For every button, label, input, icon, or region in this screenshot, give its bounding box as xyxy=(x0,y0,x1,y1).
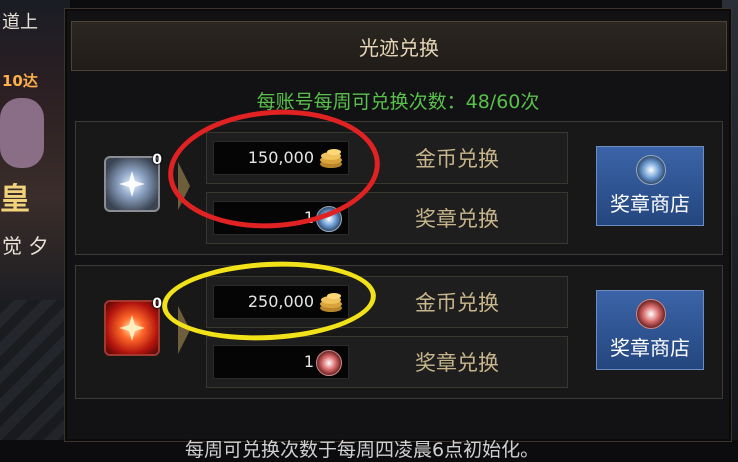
panel-title: 光迹兑换 xyxy=(359,35,439,60)
medal-exchange-label: 奖章兑换 xyxy=(415,207,499,231)
price-box: 150,000 xyxy=(213,141,349,175)
reset-note: 每周可兑换次数于每周四凌晨6点初始化。 xyxy=(185,439,540,461)
burst-icon xyxy=(119,315,145,341)
exchange-row: 0 150,000 金币兑换 1 奖章兑换 奖章商店 xyxy=(75,121,723,255)
medal-shop-label: 奖章商店 xyxy=(610,192,690,216)
price-box: 250,000 xyxy=(213,285,349,319)
price-box: 1 xyxy=(213,201,349,235)
gold-exchange-button[interactable]: 250,000 金币兑换 xyxy=(206,276,568,328)
gold-coin-icon xyxy=(320,149,342,168)
gold-price: 250,000 xyxy=(247,292,314,311)
gold-exchange-button[interactable]: 150,000 金币兑换 xyxy=(206,132,568,184)
medal-shop-button[interactable]: 奖章商店 xyxy=(596,146,704,226)
medal-exchange-button[interactable]: 1 奖章兑换 xyxy=(206,192,568,244)
arrow-icon xyxy=(178,306,190,354)
background-text: 10达 xyxy=(2,72,38,90)
blue-medal-icon xyxy=(636,155,666,185)
exchange-row: 0 250,000 金币兑换 1 奖章兑换 奖章商店 xyxy=(75,265,723,399)
medal-exchange-button[interactable]: 1 奖章兑换 xyxy=(206,336,568,388)
gold-coin-icon xyxy=(320,293,342,312)
medal-price: 1 xyxy=(303,352,314,371)
silver-light-orb-icon[interactable]: 0 xyxy=(104,152,162,212)
arrow-icon xyxy=(178,162,190,210)
weekly-limit-text: 每账号每周可兑换次数：48/60次 xyxy=(256,91,540,113)
medal-shop-label: 奖章商店 xyxy=(610,336,690,360)
blue-medal-icon xyxy=(316,206,342,232)
burst-icon xyxy=(119,171,145,197)
price-box: 1 xyxy=(213,345,349,379)
medal-price: 1 xyxy=(303,208,314,227)
background-character xyxy=(0,98,44,168)
background-game-scene: 道上 10达 皇 觉 夕 xyxy=(0,0,70,440)
panel-title-bar: 光迹兑换 xyxy=(71,21,727,71)
red-medal-icon xyxy=(316,350,342,376)
red-flame-orb-icon[interactable]: 0 xyxy=(104,296,162,356)
background-text: 道上 xyxy=(2,12,38,33)
background-text: 觉 夕 xyxy=(2,234,49,258)
gold-price: 150,000 xyxy=(247,148,314,167)
background-text: 皇 xyxy=(0,182,30,217)
gold-exchange-label: 金币兑换 xyxy=(415,147,499,171)
light-exchange-panel: 光迹兑换 每账号每周可兑换次数：48/60次 0 150,000 金币兑换 1 … xyxy=(64,8,732,461)
medal-shop-button[interactable]: 奖章商店 xyxy=(596,290,704,370)
red-medal-icon xyxy=(636,299,666,329)
item-count: 0 xyxy=(152,296,162,312)
medal-exchange-label: 奖章兑换 xyxy=(415,351,499,375)
gold-exchange-label: 金币兑换 xyxy=(415,291,499,315)
background-terrain xyxy=(0,300,70,440)
item-count: 0 xyxy=(152,152,162,168)
